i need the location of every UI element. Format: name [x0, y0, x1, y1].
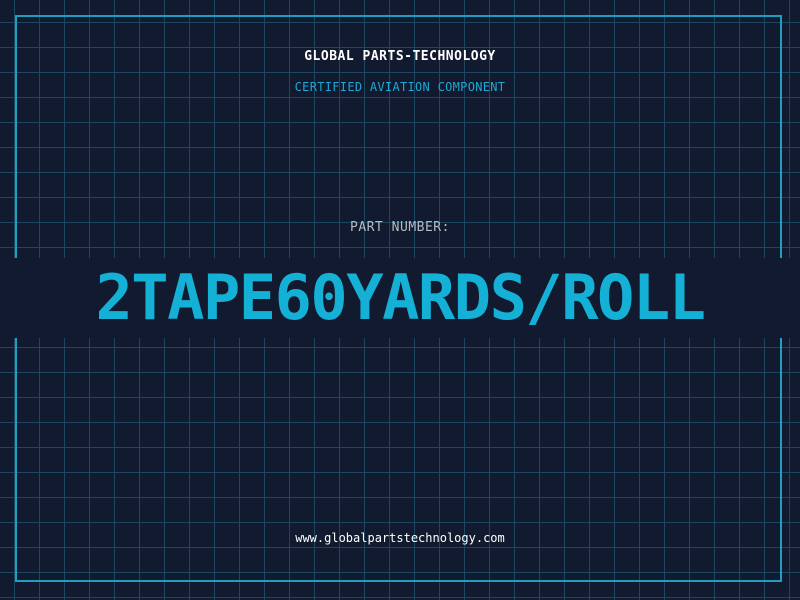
certificate-canvas: GLOBAL PARTS-TECHNOLOGY CERTIFIED AVIATI… [0, 0, 800, 600]
part-number-label: PART NUMBER: [350, 220, 450, 235]
tagline: CERTIFIED AVIATION COMPONENT [294, 80, 506, 94]
part-number-value: 2TAPE60YARDS/ROLL [95, 261, 706, 334]
company-name: GLOBAL PARTS-TECHNOLOGY [304, 49, 496, 64]
website-url: www.globalpartstechnology.com [295, 531, 505, 545]
